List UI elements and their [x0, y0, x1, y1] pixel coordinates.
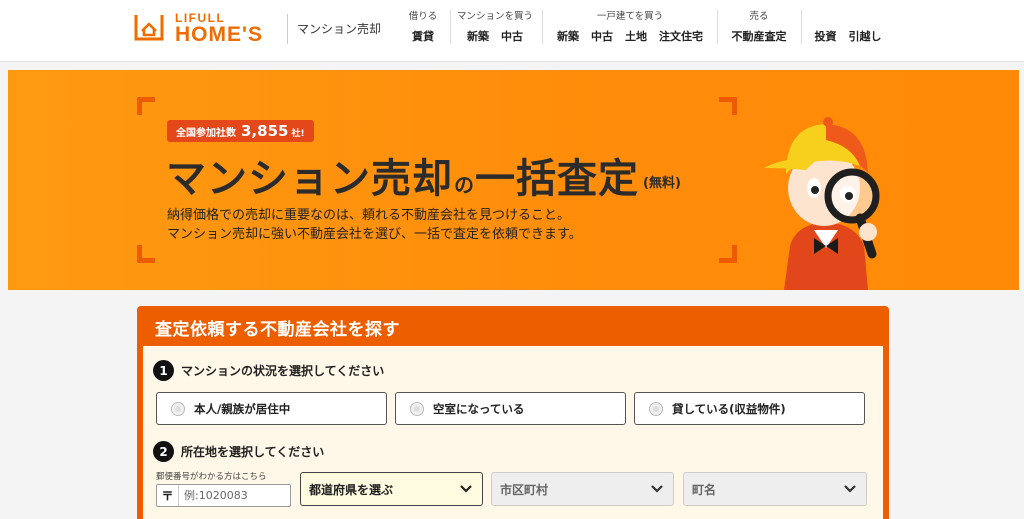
- nav-category: 売る: [749, 11, 769, 22]
- chevron-down-icon: [460, 485, 472, 493]
- logo-divider: [287, 14, 288, 44]
- nav-separator: [542, 10, 543, 44]
- select-value: 市区町村: [500, 482, 549, 497]
- prefecture-select[interactable]: 都道府県を選ぶ: [300, 472, 483, 506]
- status-options: 本人/親族が居住中 空室になっている 貸している(収益物件): [156, 392, 865, 425]
- nav-link-mansion-used[interactable]: 中古: [501, 28, 523, 44]
- option-owner-living[interactable]: 本人/親族が居住中: [156, 392, 387, 425]
- select-value: 都道府県を選ぶ: [309, 482, 394, 497]
- search-panel: 査定依頼する不動産会社を探す 1 マンションの状況を選択してください 本人/親族…: [137, 306, 889, 519]
- step-1-heading: 1 マンションの状況を選択してください: [153, 360, 384, 381]
- nav-link-moving[interactable]: 引越し: [849, 28, 882, 44]
- nav-link-mansion-new[interactable]: 新築: [467, 28, 489, 44]
- hero-description: 納得価格での売却に重要なのは、頼れる不動産会社を見つけること。 マンション売却に…: [167, 206, 582, 244]
- town-select[interactable]: 町名: [683, 472, 867, 506]
- nav-group-rent: 借りる 賃貸: [399, 8, 447, 48]
- nav-link-appraisal[interactable]: 不動産査定: [732, 28, 787, 44]
- nav-group-other: 投資 引越し: [804, 8, 892, 48]
- frame-corner: [719, 97, 737, 115]
- frame-corner: [137, 245, 155, 263]
- hero-desc-line: マンション売却に強い不動産会社を選び、一括で査定を依頼できます。: [167, 227, 582, 242]
- select-value: 町名: [692, 482, 717, 497]
- radio-icon: [171, 401, 185, 416]
- hero-desc-line: 納得価格での売却に重要なのは、頼れる不動産会社を見つけること。: [167, 208, 571, 223]
- site-name: マンション売却: [297, 22, 382, 36]
- nav-category: 借りる: [408, 11, 438, 22]
- nav-link-invest[interactable]: 投資: [815, 28, 837, 44]
- hero-banner: 全国参加社数 3,855 社! マンション売却の一括査定 (無料) 納得価格での売…: [8, 70, 1019, 290]
- radio-icon: [410, 401, 424, 416]
- badge-label: 全国参加社数: [176, 128, 236, 139]
- step-2-heading: 2 所在地を選択してください: [153, 441, 324, 462]
- nav-link-house-new[interactable]: 新築: [557, 28, 579, 44]
- postal-code-label: 郵便番号がわかる方はこちら: [156, 472, 267, 482]
- step-number: 2: [153, 441, 174, 462]
- company-count-badge: 全国参加社数 3,855 社!: [167, 120, 314, 142]
- nav-separator: [717, 10, 718, 44]
- detective-mascot-icon: [764, 117, 880, 290]
- nav-link-rent[interactable]: 賃貸: [412, 28, 434, 44]
- hero-title-sub: 一括査定: [475, 156, 639, 202]
- radio-icon: [649, 401, 663, 416]
- lifull-homes-logo[interactable]: LIFULL HOME'S: [133, 10, 278, 46]
- logo-text-homes: HOME'S: [175, 23, 264, 46]
- chevron-down-icon: [651, 485, 663, 493]
- nav-group-sell: 売る 不動産査定: [720, 8, 798, 48]
- badge-count: 3,855: [241, 122, 289, 140]
- nav-category: 一戸建てを買う: [596, 11, 664, 22]
- nav-separator: [801, 10, 802, 44]
- option-label: 空室になっている: [433, 401, 525, 416]
- option-label: 本人/親族が居住中: [194, 401, 291, 416]
- hero-title: マンション売却の一括査定 (無料): [166, 146, 681, 204]
- option-rented[interactable]: 貸している(収益物件): [634, 392, 865, 425]
- hero-title-connector: の: [454, 173, 474, 197]
- nav-category: マンションを買う: [456, 11, 533, 22]
- postal-code-field: 〒: [156, 484, 291, 507]
- nav-link-land[interactable]: 土地: [625, 28, 647, 44]
- search-panel-body: 1 マンションの状況を選択してください 本人/親族が居住中 空室になっている 貸…: [143, 346, 883, 519]
- step-label: マンションの状況を選択してください: [181, 364, 385, 378]
- step-label: 所在地を選択してください: [181, 445, 325, 459]
- step-number: 1: [153, 360, 174, 381]
- city-select[interactable]: 市区町村: [491, 472, 674, 506]
- postal-mark-icon: 〒: [157, 485, 179, 506]
- nav-link-house-used[interactable]: 中古: [591, 28, 613, 44]
- badge-unit: 社!: [291, 129, 305, 139]
- nav-separator: [450, 10, 451, 44]
- house-logo-icon: [134, 15, 164, 41]
- option-vacant[interactable]: 空室になっている: [395, 392, 626, 425]
- option-label: 貸している(収益物件): [672, 401, 786, 416]
- nav-group-buy-house: 一戸建てを買う 新築 中古 土地 注文住宅: [545, 8, 715, 48]
- postal-code-input[interactable]: [179, 485, 285, 506]
- nav-group-buy-mansion: マンションを買う 新築 中古: [452, 8, 538, 48]
- hero-title-free: (無料): [643, 176, 681, 191]
- frame-corner: [719, 245, 737, 263]
- search-panel-title: 査定依頼する不動産会社を探す: [155, 320, 400, 340]
- hero-title-main: マンション売却: [166, 156, 453, 202]
- frame-corner: [137, 97, 155, 115]
- chevron-down-icon: [844, 485, 856, 493]
- site-header: LIFULL HOME'S マンション売却 借りる 賃貸 マンションを買う 新築…: [0, 0, 1024, 62]
- nav-link-custom-home[interactable]: 注文住宅: [659, 28, 703, 44]
